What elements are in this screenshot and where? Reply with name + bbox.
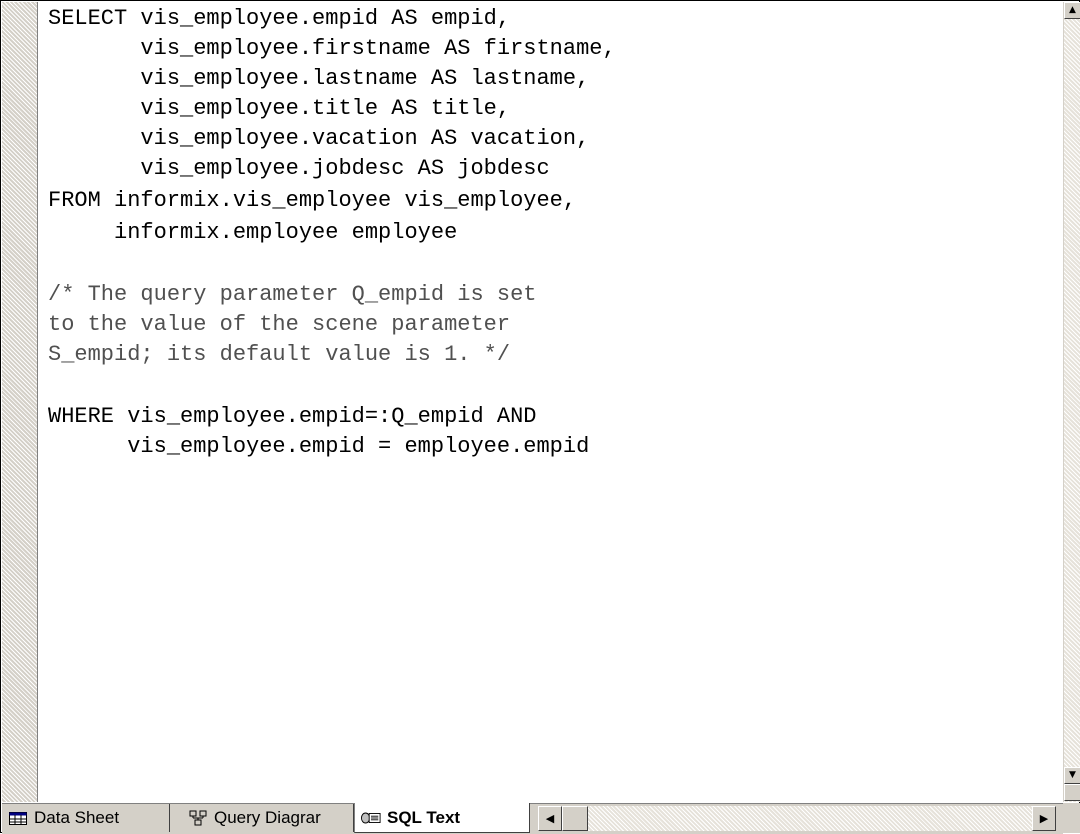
comment-line: to the value of the scene parameter bbox=[48, 312, 511, 337]
scroll-left-button[interactable]: ◀ bbox=[538, 806, 562, 831]
tab-query-diagram-label: Query Diagrar bbox=[214, 808, 321, 827]
grid-icon bbox=[8, 811, 28, 825]
tab-sql-text[interactable]: SQL Text bbox=[354, 803, 530, 833]
arrow-right-icon: ▶ bbox=[1039, 812, 1049, 825]
sql-text-editor[interactable]: SELECT vis_employee.empid AS empid, vis_… bbox=[38, 2, 1062, 802]
diagram-icon bbox=[188, 810, 208, 826]
code-line: vis_employee.title AS title, bbox=[48, 96, 511, 121]
comment-line: S_empid; its default value is 1. */ bbox=[48, 342, 511, 367]
sql-editor-window: SELECT vis_employee.empid AS empid, vis_… bbox=[0, 0, 1080, 834]
editor-gutter bbox=[2, 2, 38, 802]
arrow-down-icon: ▼ bbox=[1069, 770, 1076, 780]
scrollbar-corner bbox=[1063, 803, 1080, 833]
tab-data-sheet-label: Data Sheet bbox=[34, 808, 120, 827]
tab-query-diagram[interactable]: Query Diagrar bbox=[182, 804, 354, 832]
view-tab-bar: Data Sheet Query Diagrar SQL Text ◀ ▶ bbox=[2, 803, 1063, 834]
code-line: vis_employee.firstname AS firstname, bbox=[48, 36, 616, 61]
code-line: SELECT vis_employee.empid AS empid, bbox=[48, 6, 511, 31]
tab-sql-text-label: SQL Text bbox=[387, 807, 461, 827]
arrow-left-icon: ◀ bbox=[545, 812, 555, 825]
code-line: informix.employee employee bbox=[48, 220, 458, 245]
scroll-thumb[interactable] bbox=[562, 806, 588, 831]
code-line: vis_employee.vacation AS vacation, bbox=[48, 126, 590, 151]
code-line: vis_employee.jobdesc AS jobdesc bbox=[48, 156, 550, 181]
code-line: vis_employee.empid = employee.empid bbox=[48, 434, 590, 459]
scroll-down-button-secondary[interactable] bbox=[1064, 784, 1080, 801]
vertical-scrollbar[interactable]: ▲ ▼ bbox=[1063, 2, 1080, 802]
code-line: FROM informix.vis_employee vis_employee, bbox=[48, 188, 577, 213]
comment-line: /* The query parameter Q_empid is set bbox=[48, 282, 537, 307]
horizontal-scrollbar[interactable]: ◀ ▶ bbox=[538, 806, 1056, 831]
scroll-right-button[interactable]: ▶ bbox=[1032, 806, 1056, 831]
tab-data-sheet[interactable]: Data Sheet bbox=[2, 804, 170, 832]
sql-icon bbox=[361, 811, 381, 825]
scroll-up-button[interactable]: ▲ bbox=[1064, 2, 1080, 19]
code-line: WHERE vis_employee.empid=:Q_empid AND bbox=[48, 404, 537, 429]
arrow-up-icon: ▲ bbox=[1069, 5, 1076, 15]
scroll-down-button[interactable]: ▼ bbox=[1064, 767, 1080, 784]
code-line: vis_employee.lastname AS lastname, bbox=[48, 66, 590, 91]
